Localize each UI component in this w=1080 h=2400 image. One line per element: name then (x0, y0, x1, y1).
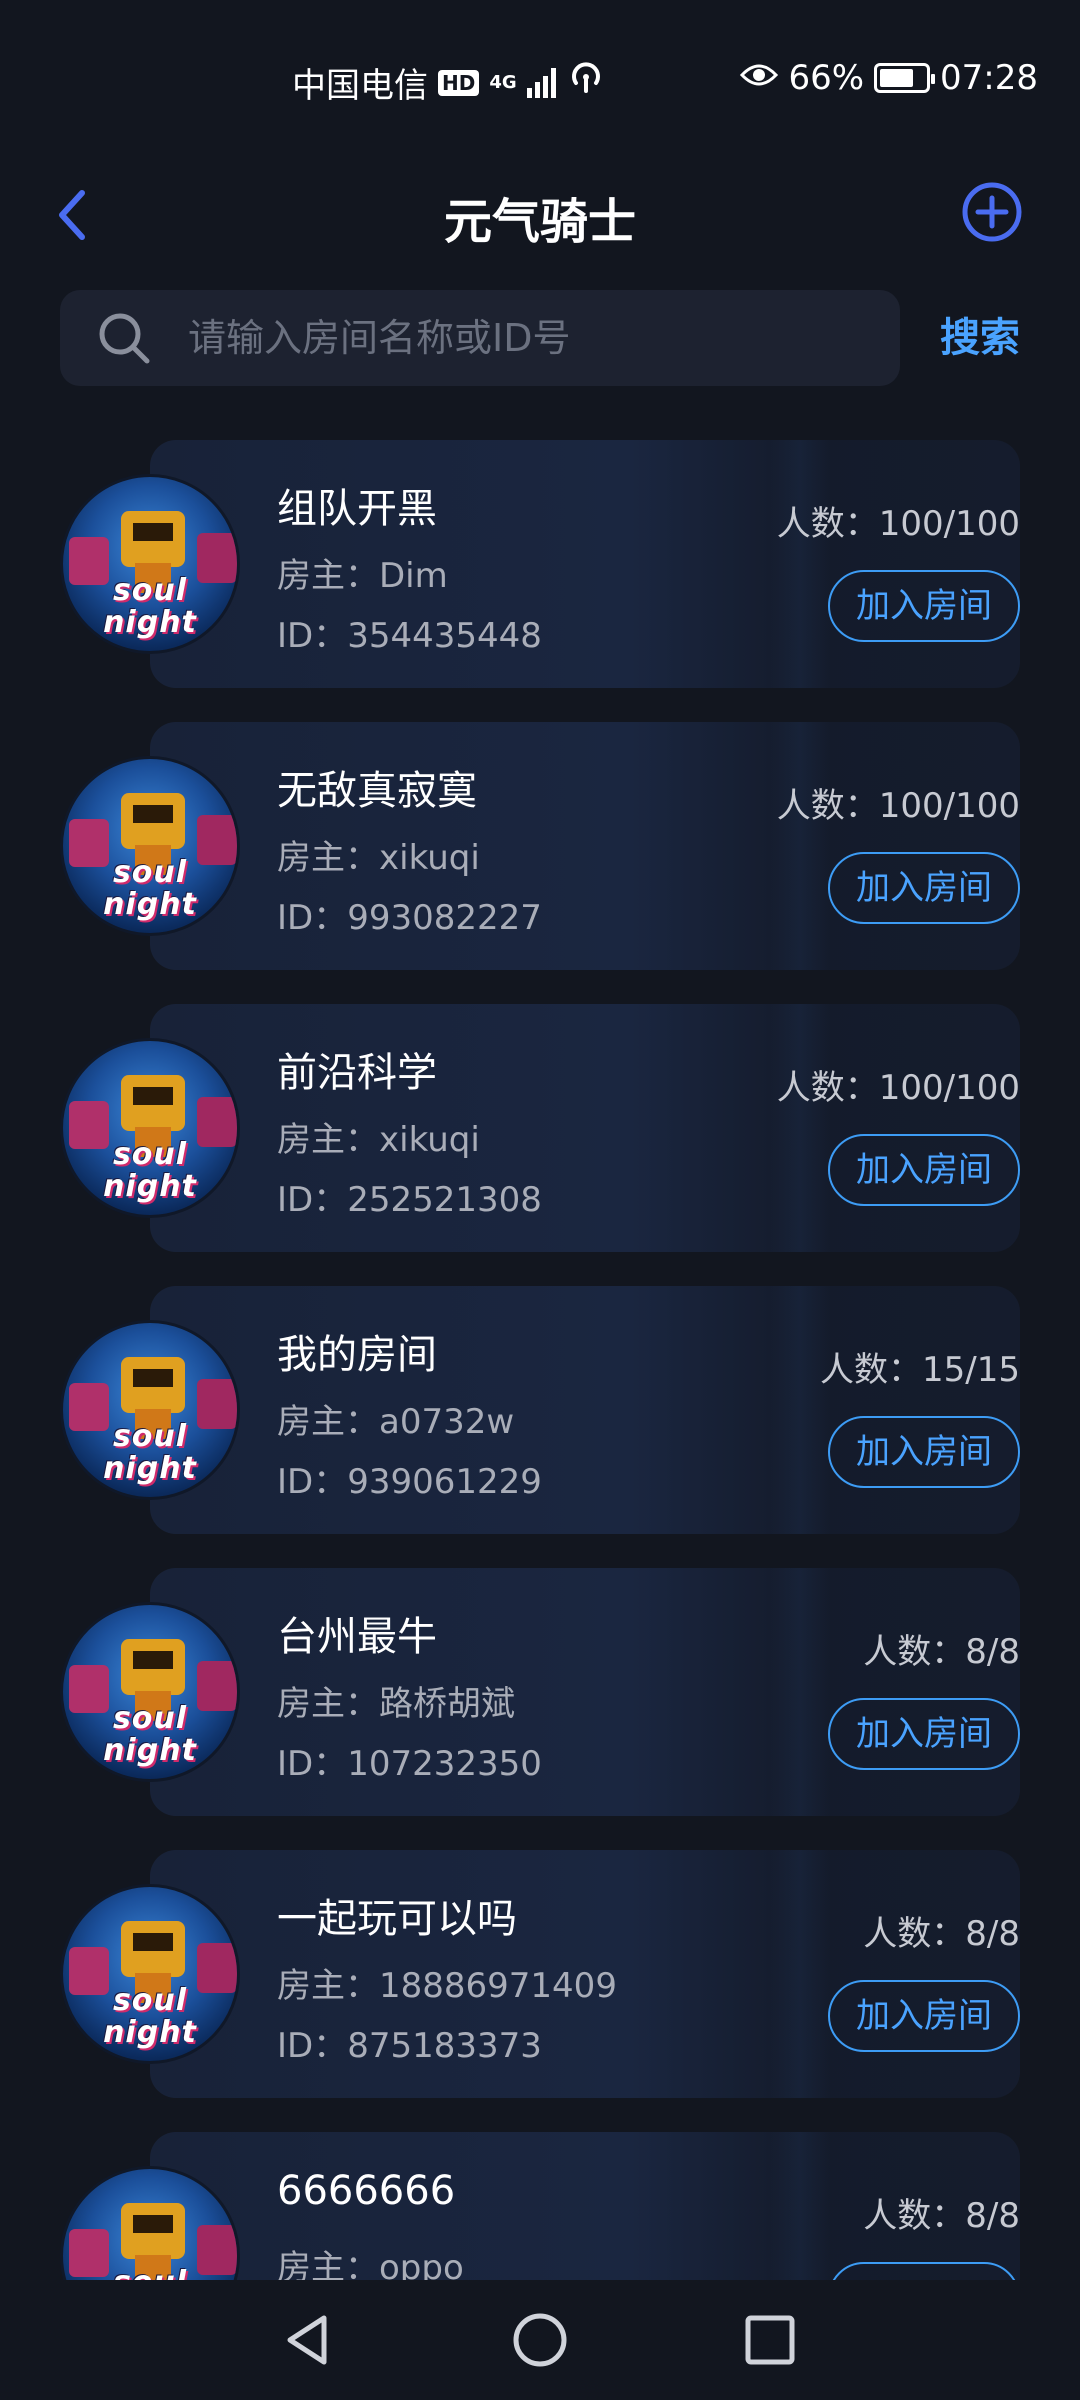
room-card[interactable]: soul night 我的房间 房主：a0732w ID：939061229 人… (60, 1286, 1020, 1534)
join-room-button[interactable]: 加入房间 (828, 1134, 1020, 1206)
room-name: 我的房间 (277, 1332, 437, 1378)
square-recents-icon (745, 2315, 795, 2365)
status-bar: 中国电信 HD 4G 66% 07:28 (0, 0, 1080, 160)
join-room-button[interactable]: 加入房间 (828, 1416, 1020, 1488)
add-room-button[interactable] (960, 180, 1024, 244)
avatar-logo-text: soul night (103, 855, 197, 922)
room-owner: 房主：a0732w (277, 1402, 515, 1442)
search-row: 搜索 (60, 290, 1020, 386)
header: 元气骑士 (0, 160, 1080, 270)
search-box (60, 290, 900, 386)
room-avatar: soul night (60, 1602, 240, 1782)
room-card[interactable]: soul night 前沿科学 房主：xikuqi ID：252521308 人… (60, 1004, 1020, 1252)
room-card[interactable]: soul night 组队开黑 房主：Dim ID：354435448 人数：1… (60, 440, 1020, 688)
room-player-count: 人数：100/100 (776, 786, 1020, 826)
room-name: 前沿科学 (277, 1050, 437, 1096)
hd-badge: HD (438, 69, 480, 96)
room-player-count: 人数：100/100 (776, 504, 1020, 544)
triangle-back-icon (287, 2315, 327, 2365)
page-title: 元气骑士 (443, 194, 636, 250)
avatar-logo-text: soul night (103, 1137, 197, 1204)
clock: 07:28 (940, 58, 1038, 98)
battery-icon (874, 63, 936, 93)
room-owner: 房主：18886971409 (277, 1966, 617, 2006)
room-player-count: 人数：8/8 (863, 1632, 1020, 1672)
room-name: 组队开黑 (277, 486, 437, 532)
room-avatar: soul night (60, 756, 240, 936)
room-avatar: soul night (60, 1320, 240, 1500)
room-player-count: 人数：8/8 (863, 2196, 1020, 2236)
room-owner: 房主：Dim (277, 556, 448, 596)
avatar-logo-text: soul night (103, 1701, 197, 1768)
join-room-button[interactable]: 加入房间 (828, 852, 1020, 924)
status-left: 中国电信 HD 4G (292, 58, 606, 107)
room-card[interactable]: soul night 一起玩可以吗 房主：18886971409 ID：8751… (60, 1850, 1020, 2098)
room-card[interactable]: soul night 台州最牛 房主：路桥胡斌 ID：107232350 人数：… (60, 1568, 1020, 1816)
room-id: ID：107232350 (277, 1744, 542, 1784)
signal-icon (526, 67, 556, 98)
join-room-button[interactable]: 加入房间 (828, 1980, 1020, 2052)
room-avatar: soul night (60, 1884, 240, 2064)
status-right: 66% 07:28 (740, 58, 1038, 98)
circle-home-icon (513, 2313, 567, 2367)
room-id: ID：993082227 (277, 898, 542, 938)
room-list: soul night 组队开黑 房主：Dim ID：354435448 人数：1… (0, 440, 1080, 2280)
search-button[interactable]: 搜索 (940, 290, 1020, 386)
avatar-logo-text: soul night (103, 1419, 197, 1486)
room-owner: 房主：oppo (277, 2248, 464, 2280)
room-owner: 房主：xikuqi (277, 838, 480, 878)
eye-icon (740, 58, 779, 98)
room-owner: 房主：路桥胡斌 (277, 1684, 515, 1724)
network-label: 4G (489, 72, 517, 93)
avatar-logo-text: soul night (103, 573, 197, 640)
nav-home-button[interactable] (508, 2308, 572, 2372)
system-nav-bar (0, 2280, 1080, 2400)
join-room-button[interactable]: 加入房间 (828, 1698, 1020, 1770)
game-art-icon (69, 2203, 237, 2280)
join-room-button[interactable]: 加入房间 (828, 570, 1020, 642)
avatar-logo-text: soul night (103, 1983, 197, 2050)
join-room-button[interactable]: 加入房间 (828, 2262, 1020, 2280)
room-id: ID：875183373 (277, 2026, 542, 2066)
room-avatar: soul night (60, 474, 240, 654)
room-name: 6666666 (277, 2168, 456, 2214)
room-id: ID：252521308 (277, 1180, 542, 1220)
carrier-label: 中国电信 (292, 66, 428, 106)
room-name: 无敌真寂寞 (277, 768, 477, 814)
room-avatar: soul night (60, 2166, 240, 2280)
room-avatar: soul night (60, 1038, 240, 1218)
room-player-count: 人数：15/15 (820, 1350, 1020, 1390)
search-input[interactable] (188, 316, 900, 360)
room-card[interactable]: soul night 无敌真寂寞 房主：xikuqi ID：993082227 … (60, 722, 1020, 970)
avatar-logo-text: soul night (63, 2267, 237, 2281)
room-name: 台州最牛 (277, 1614, 437, 1660)
nav-back-button[interactable] (276, 2308, 340, 2372)
search-icon (99, 313, 150, 364)
plus-circle-icon (962, 182, 1022, 242)
room-card[interactable]: soul night 6666666 房主：oppo 人数：8/8 加入房间 (60, 2132, 1020, 2280)
room-owner: 房主：xikuqi (277, 1120, 480, 1160)
nav-recents-button[interactable] (738, 2308, 802, 2372)
room-player-count: 人数：8/8 (863, 1914, 1020, 1954)
room-name: 一起玩可以吗 (277, 1896, 517, 1942)
room-id: ID：939061229 (277, 1462, 542, 1502)
eye-comfort-percent: 66% (788, 58, 865, 98)
room-player-count: 人数：100/100 (776, 1068, 1020, 1108)
hotspot-icon (566, 61, 606, 104)
room-id: ID：354435448 (277, 616, 542, 656)
